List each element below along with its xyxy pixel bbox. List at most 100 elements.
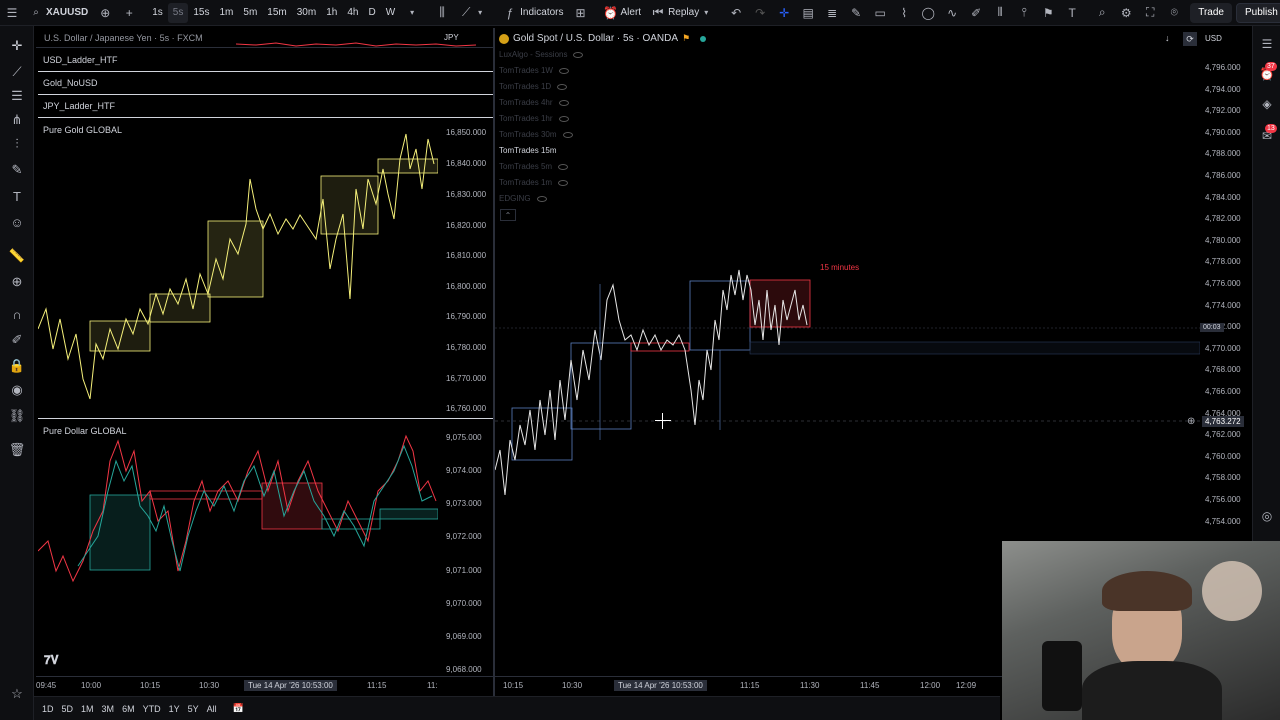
interval-1m[interactable]: 1m [214, 0, 238, 26]
range-all[interactable]: All [207, 704, 217, 714]
candles-icon[interactable]: ⫼ [430, 0, 454, 26]
interval-dropdown-icon[interactable]: ▾ [400, 0, 424, 26]
crosshair-tool-icon[interactable]: ✛ [772, 0, 796, 26]
text-icon[interactable]: T [1060, 0, 1084, 26]
interval-1h[interactable]: 1h [321, 0, 342, 26]
interval-15s[interactable]: 15s [188, 0, 214, 26]
indicator-item[interactable]: TomTrades 4hr [499, 98, 569, 107]
trendline-icon[interactable]: ⟋ [9, 64, 25, 80]
watchlist-star-icon[interactable]: ☆ [9, 686, 25, 702]
note-icon[interactable]: ✐ [964, 0, 988, 26]
interval-4h[interactable]: 4h [342, 0, 363, 26]
interval-d[interactable]: D [363, 0, 380, 26]
range-6m[interactable]: 6M [122, 704, 135, 714]
redo-icon[interactable]: ↷ [748, 0, 772, 26]
range-1y[interactable]: 1Y [169, 704, 180, 714]
strip-usd-ladder[interactable]: USD_Ladder_HTF [38, 50, 493, 72]
compare-icon[interactable]: ⊕ [93, 0, 117, 26]
patterns-icon[interactable]: ⫶ [9, 136, 25, 152]
hidden-eye-icon[interactable] [558, 99, 569, 106]
eye-icon[interactable]: ◉ [9, 382, 25, 398]
strip-gold-nousd[interactable]: Gold_NoUSD [38, 73, 493, 95]
path-icon[interactable]: ∿ [940, 0, 964, 26]
text-tool-icon[interactable]: T [9, 188, 25, 204]
interval-5s[interactable]: 5s [167, 2, 189, 23]
collapse-indicators-icon[interactable]: ⌃ [500, 209, 516, 221]
add-alert-plus-icon[interactable]: ⊕ [1187, 416, 1195, 427]
target-icon[interactable]: ◎ [1259, 508, 1275, 524]
templates-icon[interactable]: ⊞ [569, 0, 593, 26]
indicator-item[interactable]: TomTrades 1m [499, 178, 569, 187]
crosshair-icon[interactable]: ✛ [9, 38, 25, 54]
search-chart-icon[interactable]: ⌕ [1090, 0, 1114, 26]
indicator-item[interactable]: TomTrades 1D [499, 82, 568, 91]
hidden-eye-icon[interactable] [558, 115, 569, 122]
symbol-search[interactable]: ⌕ XAUUSD [24, 0, 93, 26]
line-chart-icon[interactable]: ⟋ ▾ [454, 0, 492, 26]
pencil-lock-icon[interactable]: ✐ [9, 332, 25, 348]
layers-icon[interactable]: ◈ [1259, 96, 1275, 112]
replay-button[interactable]: ⏮ Replay ▾ [646, 0, 718, 26]
pure-gold-pane[interactable]: Pure Gold GLOBAL 16,850.000 16,840.000 1… [38, 119, 493, 419]
range-3m[interactable]: 3M [102, 704, 115, 714]
zoom-icon[interactable]: ⊕ [9, 274, 25, 290]
range-5d[interactable]: 5D [62, 704, 74, 714]
right-yaxis[interactable]: 4,796.000 4,794.000 4,792.000 4,790.000 … [1200, 50, 1252, 570]
emoji-icon[interactable]: ☺ [9, 214, 25, 230]
interval-1s[interactable]: 1s [147, 0, 168, 26]
hidden-eye-icon[interactable] [558, 179, 569, 186]
bars-icon[interactable]: ⫴ [988, 0, 1012, 26]
add-symbol-icon[interactable]: + [117, 0, 141, 26]
range-ytd[interactable]: YTD [143, 704, 161, 714]
brush-icon[interactable]: ⌇ [892, 0, 916, 26]
sync-icon[interactable]: ⟳ [1183, 32, 1197, 46]
hidden-eye-icon[interactable] [573, 51, 584, 58]
layout-icon[interactable]: ▤ [796, 0, 820, 26]
range-5y[interactable]: 5Y [188, 704, 199, 714]
trash-icon[interactable]: 🗑 [9, 442, 26, 458]
date-range-calendar-icon[interactable]: 📅 [233, 703, 244, 714]
trade-button[interactable]: Trade [1190, 2, 1232, 23]
interval-w[interactable]: W [381, 0, 400, 26]
fullscreen-icon[interactable]: ⛶ [1138, 0, 1162, 26]
indicator-item[interactable]: TomTrades 30m [499, 130, 573, 139]
hidden-eye-icon[interactable] [536, 195, 547, 202]
interval-30m[interactable]: 30m [292, 0, 321, 26]
camera-icon[interactable]: ⌾ [1162, 0, 1186, 26]
alert-button[interactable]: ⏰ Alert [599, 0, 647, 26]
settings-icon[interactable]: ⚙ [1114, 0, 1138, 26]
ellipse-icon[interactable]: ◯ [916, 0, 940, 26]
menu-icon[interactable]: ☰ [0, 0, 24, 26]
magnet-icon[interactable]: ∩ [9, 306, 25, 322]
ruler-icon[interactable]: 📏 [9, 248, 25, 264]
hidden-eye-icon[interactable] [558, 67, 569, 74]
list-icon[interactable]: ≣ [820, 0, 844, 26]
indicator-item[interactable]: TomTrades 1W [499, 66, 569, 75]
range-1m[interactable]: 1M [81, 704, 94, 714]
hidden-eye-icon[interactable] [557, 83, 568, 90]
interval-5m[interactable]: 5m [238, 0, 262, 26]
publish-button[interactable]: Publish [1235, 2, 1280, 23]
indicator-item[interactable]: EDGING [499, 194, 547, 203]
horizontal-lines-icon[interactable]: ☰ [9, 88, 25, 104]
indicator-item[interactable]: TomTrades 1hr [499, 114, 569, 123]
hidden-eye-icon[interactable] [562, 131, 573, 138]
indicator-item[interactable]: LuxAlgo - Sessions [499, 50, 584, 59]
link-icon[interactable]: ⛓ [9, 408, 26, 424]
indicators-button[interactable]: ƒ Indicators [498, 0, 568, 26]
indicator-item-active[interactable]: TomTrades 15m [499, 146, 557, 155]
hidden-eye-icon[interactable] [558, 163, 569, 170]
rectangle-icon[interactable]: ▭ [868, 0, 892, 26]
lock-icon[interactable]: 🔒 [9, 358, 25, 374]
scroll-down-icon[interactable]: ↓ [1165, 33, 1170, 43]
watchlist-icon[interactable]: ☰ [1259, 36, 1275, 52]
pure-dollar-pane[interactable]: Pure Dollar GLOBAL 9,075.000 9,074.000 9… [38, 421, 493, 676]
flag-icon[interactable]: ⚑ [1036, 0, 1060, 26]
strip-jpy-ladder[interactable]: JPY_Ladder_HTF [38, 96, 493, 118]
range-1d[interactable]: 1D [42, 704, 54, 714]
interval-15m[interactable]: 15m [262, 0, 291, 26]
brush-tool-icon[interactable]: ✎ [9, 162, 25, 178]
undo-icon[interactable]: ↶ [724, 0, 748, 26]
indicator-item[interactable]: TomTrades 5m [499, 162, 569, 171]
pen-icon[interactable]: ✎ [844, 0, 868, 26]
